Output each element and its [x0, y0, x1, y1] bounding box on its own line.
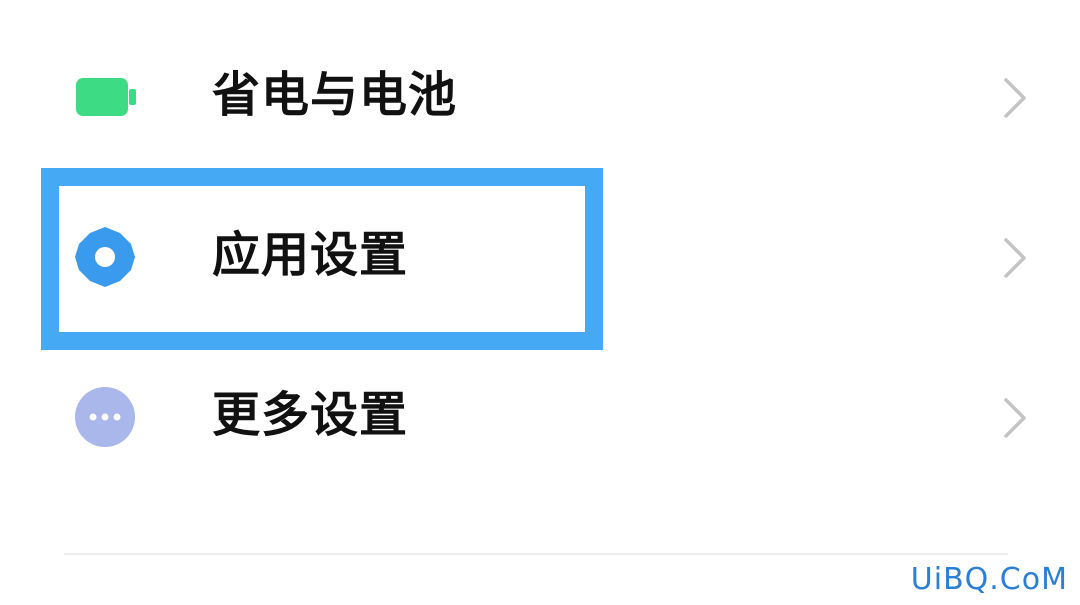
chevron-right-icon	[994, 76, 1034, 120]
settings-item-label: 应用设置	[212, 227, 409, 283]
chevron-right-icon	[994, 396, 1034, 440]
settings-item-more-settings[interactable]: 更多设置	[0, 340, 1080, 490]
more-dots-icon	[72, 384, 138, 450]
gear-icon	[72, 224, 138, 290]
settings-item-app-settings[interactable]: 应用设置	[0, 180, 1080, 330]
settings-list: 省电与电池 应用设置 更多设置	[0, 0, 1080, 605]
chevron-right-icon	[994, 236, 1034, 280]
settings-item-label: 更多设置	[212, 387, 409, 443]
divider	[64, 553, 1008, 555]
battery-icon	[72, 64, 138, 130]
settings-item-label: 省电与电池	[212, 67, 458, 123]
settings-item-battery[interactable]: 省电与电池	[0, 20, 1080, 170]
watermark: UiBQ.CoM	[910, 562, 1068, 597]
